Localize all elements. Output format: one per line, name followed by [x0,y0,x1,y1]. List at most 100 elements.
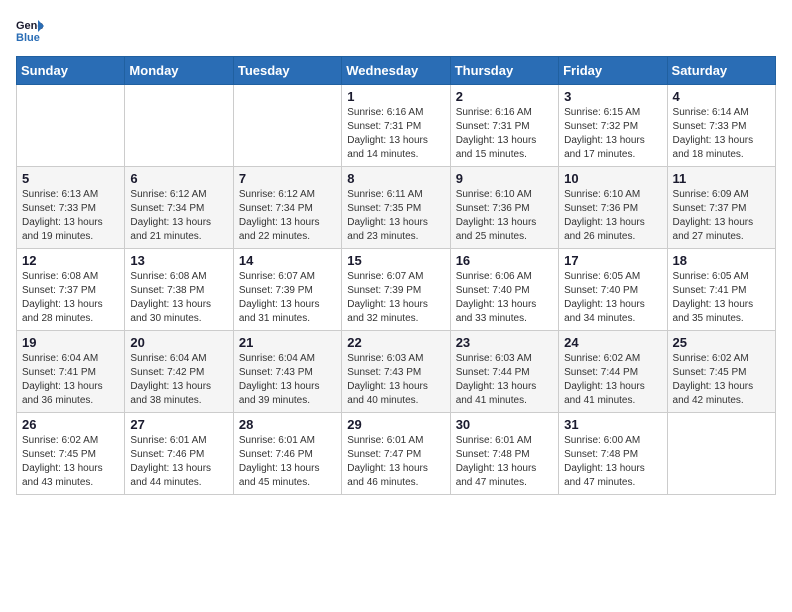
weekday-header-friday: Friday [559,57,667,85]
day-info: Sunrise: 6:04 AM Sunset: 7:43 PM Dayligh… [239,352,336,408]
day-info: Sunrise: 6:12 AM Sunset: 7:34 PM Dayligh… [239,188,336,244]
weekday-header-sunday: Sunday [17,57,125,85]
calendar-week-5: 26 Sunrise: 6:02 AM Sunset: 7:45 PM Dayli… [17,413,776,495]
calendar-cell: 3Sunrise: 6:15 AM Sunset: 7:32 PM Daylig… [559,85,667,167]
day-number: 11 [673,171,770,186]
day-info: Sunrise: 6:10 AM Sunset: 7:36 PM Dayligh… [456,188,553,244]
svg-text:Blue: Blue [16,32,40,44]
calendar-cell: 30 Sunrise: 6:01 AM Sunset: 7:48 PM Dayli… [450,413,558,495]
day-number: 7 [239,171,336,186]
calendar-cell: 10 Sunrise: 6:10 AM Sunset: 7:36 PM Dayli… [559,167,667,249]
weekday-header-row: SundayMondayTuesdayWednesdayThursdayFrid… [17,57,776,85]
weekday-header-monday: Monday [125,57,233,85]
calendar-cell: 25 Sunrise: 6:02 AM Sunset: 7:45 PM Dayli… [667,331,775,413]
day-number: 23 [456,335,553,350]
calendar-cell: 9 Sunrise: 6:10 AM Sunset: 7:36 PM Daylig… [450,167,558,249]
day-number: 20 [130,335,227,350]
day-info: Sunrise: 6:08 AM Sunset: 7:38 PM Dayligh… [130,270,227,326]
calendar-cell: 7 Sunrise: 6:12 AM Sunset: 7:34 PM Daylig… [233,167,341,249]
day-info: Sunrise: 6:13 AM Sunset: 7:33 PM Dayligh… [22,188,119,244]
calendar-week-2: 5Sunrise: 6:13 AM Sunset: 7:33 PM Daylig… [17,167,776,249]
calendar-cell [17,85,125,167]
calendar-cell [125,85,233,167]
calendar-cell: 5Sunrise: 6:13 AM Sunset: 7:33 PM Daylig… [17,167,125,249]
day-number: 16 [456,253,553,268]
calendar-week-3: 12 Sunrise: 6:08 AM Sunset: 7:37 PM Dayli… [17,249,776,331]
calendar-cell: 24 Sunrise: 6:02 AM Sunset: 7:44 PM Dayli… [559,331,667,413]
day-number: 13 [130,253,227,268]
day-number: 10 [564,171,661,186]
day-number: 27 [130,417,227,432]
calendar-cell [233,85,341,167]
day-info: Sunrise: 6:03 AM Sunset: 7:44 PM Dayligh… [456,352,553,408]
calendar-week-4: 19 Sunrise: 6:04 AM Sunset: 7:41 PM Dayli… [17,331,776,413]
day-info: Sunrise: 6:04 AM Sunset: 7:42 PM Dayligh… [130,352,227,408]
calendar-cell: 26 Sunrise: 6:02 AM Sunset: 7:45 PM Dayli… [17,413,125,495]
weekday-header-saturday: Saturday [667,57,775,85]
day-number: 4 [673,89,770,104]
day-number: 18 [673,253,770,268]
weekday-header-thursday: Thursday [450,57,558,85]
calendar-cell: 11 Sunrise: 6:09 AM Sunset: 7:37 PM Dayli… [667,167,775,249]
day-info: Sunrise: 6:08 AM Sunset: 7:37 PM Dayligh… [22,270,119,326]
day-number: 6 [130,171,227,186]
calendar-cell: 22 Sunrise: 6:03 AM Sunset: 7:43 PM Dayli… [342,331,450,413]
calendar-cell: 28 Sunrise: 6:01 AM Sunset: 7:46 PM Dayli… [233,413,341,495]
day-info: Sunrise: 6:01 AM Sunset: 7:48 PM Dayligh… [456,434,553,490]
day-number: 21 [239,335,336,350]
calendar-cell: 17 Sunrise: 6:05 AM Sunset: 7:40 PM Dayli… [559,249,667,331]
day-info: Sunrise: 6:15 AM Sunset: 7:32 PM Dayligh… [564,106,661,162]
day-number: 2 [456,89,553,104]
calendar-cell: 15 Sunrise: 6:07 AM Sunset: 7:39 PM Dayli… [342,249,450,331]
day-info: Sunrise: 6:05 AM Sunset: 7:41 PM Dayligh… [673,270,770,326]
calendar-week-1: 1Sunrise: 6:16 AM Sunset: 7:31 PM Daylig… [17,85,776,167]
day-info: Sunrise: 6:00 AM Sunset: 7:48 PM Dayligh… [564,434,661,490]
logo: General Blue [16,16,48,44]
day-info: Sunrise: 6:01 AM Sunset: 7:46 PM Dayligh… [239,434,336,490]
day-info: Sunrise: 6:14 AM Sunset: 7:33 PM Dayligh… [673,106,770,162]
day-number: 19 [22,335,119,350]
day-info: Sunrise: 6:07 AM Sunset: 7:39 PM Dayligh… [239,270,336,326]
day-number: 30 [456,417,553,432]
calendar-cell: 12 Sunrise: 6:08 AM Sunset: 7:37 PM Dayli… [17,249,125,331]
calendar-cell: 13 Sunrise: 6:08 AM Sunset: 7:38 PM Dayli… [125,249,233,331]
calendar-cell: 18 Sunrise: 6:05 AM Sunset: 7:41 PM Dayli… [667,249,775,331]
calendar-cell: 8Sunrise: 6:11 AM Sunset: 7:35 PM Daylig… [342,167,450,249]
day-info: Sunrise: 6:02 AM Sunset: 7:45 PM Dayligh… [673,352,770,408]
day-info: Sunrise: 6:09 AM Sunset: 7:37 PM Dayligh… [673,188,770,244]
calendar-cell: 4 Sunrise: 6:14 AM Sunset: 7:33 PM Daylig… [667,85,775,167]
day-info: Sunrise: 6:05 AM Sunset: 7:40 PM Dayligh… [564,270,661,326]
day-number: 22 [347,335,444,350]
day-info: Sunrise: 6:02 AM Sunset: 7:45 PM Dayligh… [22,434,119,490]
day-number: 8 [347,171,444,186]
day-info: Sunrise: 6:16 AM Sunset: 7:31 PM Dayligh… [456,106,553,162]
day-info: Sunrise: 6:01 AM Sunset: 7:46 PM Dayligh… [130,434,227,490]
weekday-header-wednesday: Wednesday [342,57,450,85]
day-info: Sunrise: 6:07 AM Sunset: 7:39 PM Dayligh… [347,270,444,326]
day-number: 15 [347,253,444,268]
calendar-cell: 14Sunrise: 6:07 AM Sunset: 7:39 PM Dayli… [233,249,341,331]
calendar-cell: 19 Sunrise: 6:04 AM Sunset: 7:41 PM Dayli… [17,331,125,413]
calendar-cell: 2 Sunrise: 6:16 AM Sunset: 7:31 PM Daylig… [450,85,558,167]
day-info: Sunrise: 6:02 AM Sunset: 7:44 PM Dayligh… [564,352,661,408]
calendar-cell: 31 Sunrise: 6:00 AM Sunset: 7:48 PM Dayli… [559,413,667,495]
day-number: 24 [564,335,661,350]
day-info: Sunrise: 6:03 AM Sunset: 7:43 PM Dayligh… [347,352,444,408]
day-number: 17 [564,253,661,268]
calendar-cell: 23 Sunrise: 6:03 AM Sunset: 7:44 PM Dayli… [450,331,558,413]
day-number: 9 [456,171,553,186]
day-number: 25 [673,335,770,350]
day-number: 28 [239,417,336,432]
weekday-header-tuesday: Tuesday [233,57,341,85]
day-info: Sunrise: 6:04 AM Sunset: 7:41 PM Dayligh… [22,352,119,408]
day-number: 12 [22,253,119,268]
day-number: 31 [564,417,661,432]
day-info: Sunrise: 6:12 AM Sunset: 7:34 PM Dayligh… [130,188,227,244]
day-number: 26 [22,417,119,432]
day-number: 29 [347,417,444,432]
day-info: Sunrise: 6:06 AM Sunset: 7:40 PM Dayligh… [456,270,553,326]
calendar-cell: 16 Sunrise: 6:06 AM Sunset: 7:40 PM Dayli… [450,249,558,331]
day-info: Sunrise: 6:10 AM Sunset: 7:36 PM Dayligh… [564,188,661,244]
calendar-cell [667,413,775,495]
calendar-cell: 6 Sunrise: 6:12 AM Sunset: 7:34 PM Daylig… [125,167,233,249]
